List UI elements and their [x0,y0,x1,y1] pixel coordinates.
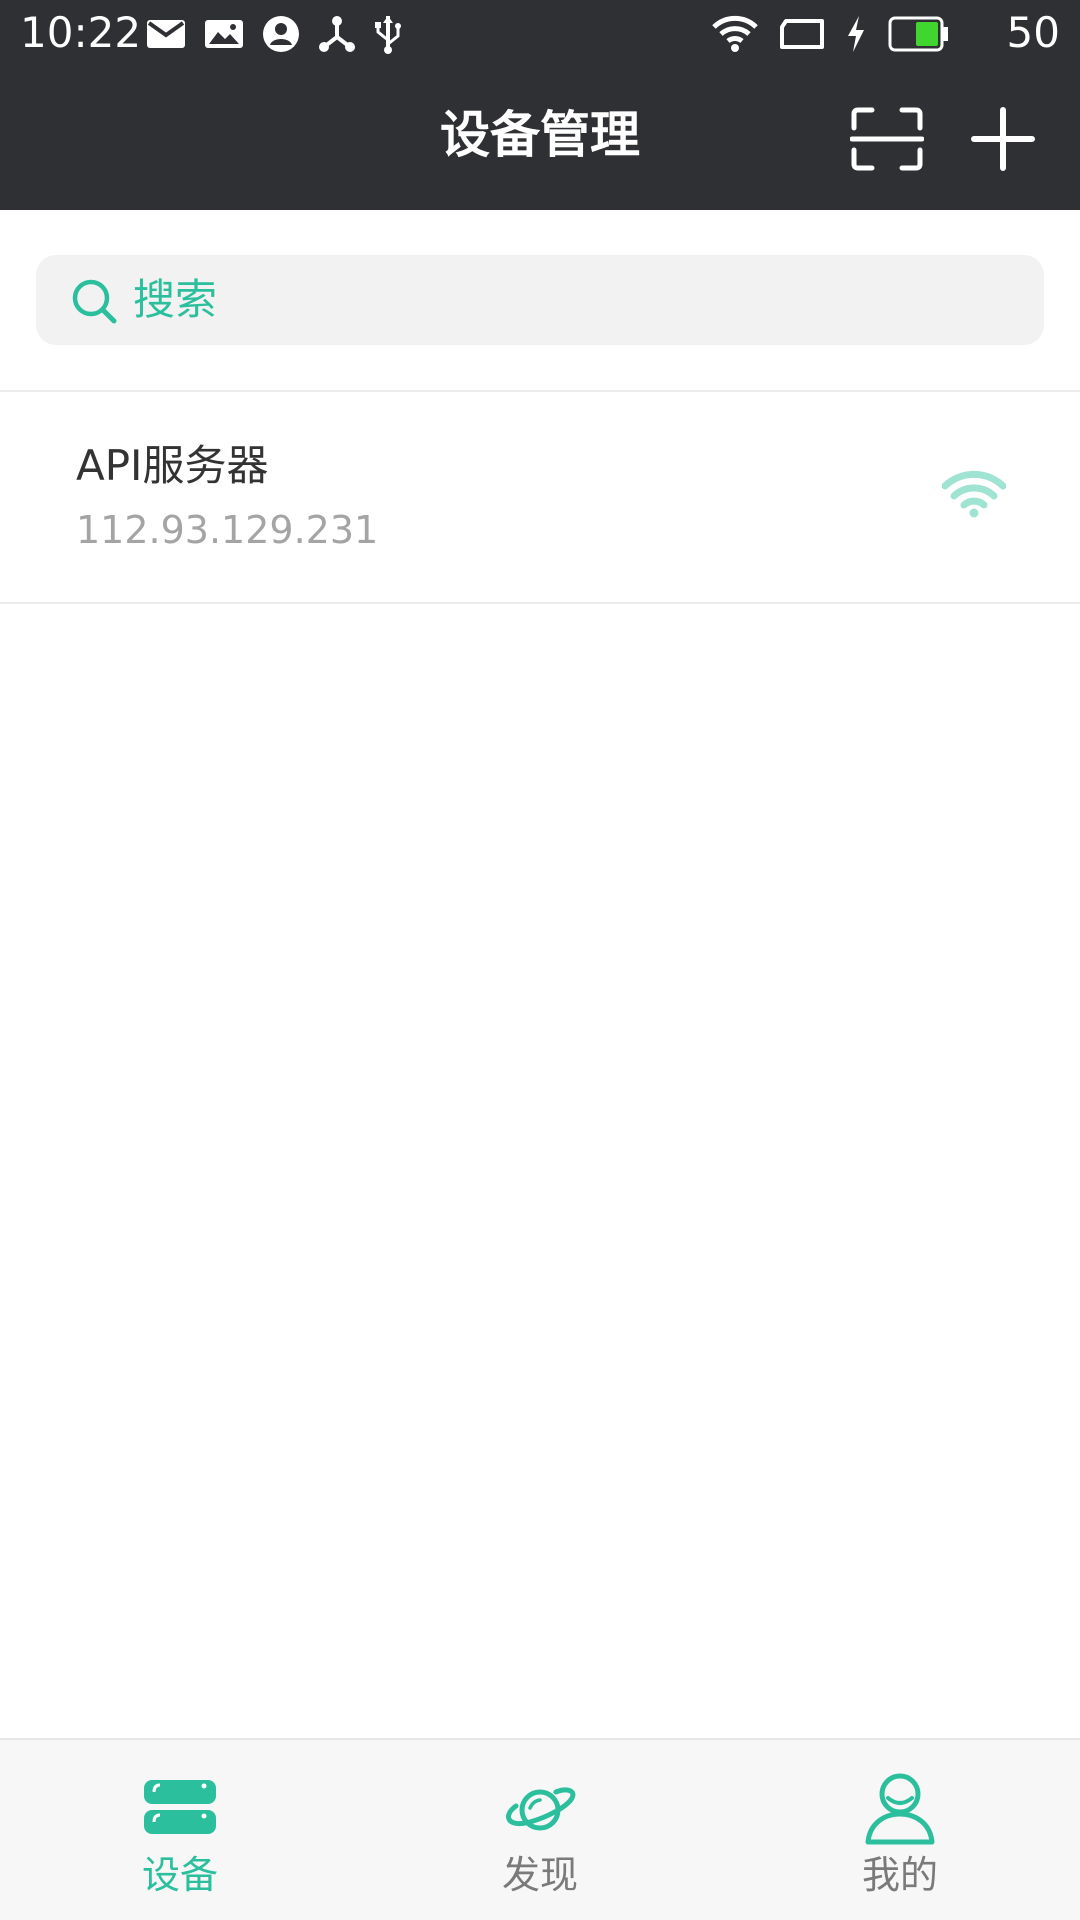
search-input[interactable]: 搜索 [36,255,1044,345]
status-time: 10:22 [20,8,142,57]
tab-profile-label: 我的 [861,1853,938,1897]
account-icon [263,16,299,52]
add-device-button[interactable] [968,104,1038,174]
search-icon [72,279,117,324]
tab-devices-label: 设备 [141,1853,218,1897]
share-icon [319,16,355,52]
tab-discover[interactable]: 发现 [360,1740,720,1920]
app-bar: 设备管理 [0,68,1080,210]
wifi-icon [712,15,758,52]
status-notification-icons [146,12,402,56]
mail-icon [147,20,185,48]
usb-icon [375,16,401,54]
battery-percentage: 50 [1006,8,1060,57]
status-bar: 10:22 50 [0,0,1080,68]
server-icon [144,1780,216,1834]
device-list-item[interactable]: API服务器 112.93.129.231 [0,392,1080,604]
device-name: API服务器 [76,441,269,490]
search-area: 搜索 [0,210,1080,392]
search-placeholder: 搜索 [133,275,218,324]
screen-icon [780,19,824,49]
device-management-screen: 10:22 50 设备管理 搜索 API服务器 112.93.129.231 设… [0,0,1080,1920]
tab-discover-label: 发现 [501,1853,578,1897]
image-icon [205,20,243,48]
bottom-navigation: 设备 发现 我的 [0,1738,1080,1920]
planet-icon [506,1787,576,1831]
plus-icon [971,107,1035,171]
battery-icon [888,16,948,52]
tab-devices[interactable]: 设备 [0,1740,360,1920]
user-icon [865,1773,935,1845]
device-ip-address: 112.93.129.231 [76,508,379,552]
wifi-icon [942,470,1006,518]
scan-icon [849,107,925,171]
charging-icon [848,16,864,52]
status-system-icons [712,12,950,56]
tab-profile[interactable]: 我的 [720,1740,1080,1920]
scan-button[interactable] [849,106,925,172]
